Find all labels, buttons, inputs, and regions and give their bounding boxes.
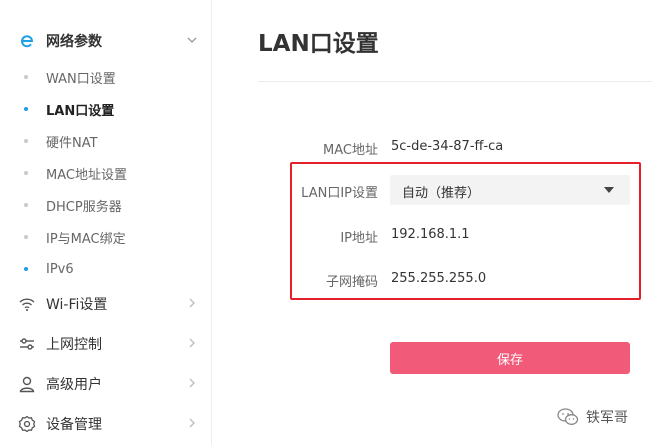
sidebar-item-dhcp[interactable]: DHCP服务器 xyxy=(0,189,212,221)
subnet-mask-value: 255.255.255.0 xyxy=(391,271,487,286)
mac-address-row: MAC地址 5c-de-34-87-ff-ca xyxy=(258,132,652,162)
network-e-icon xyxy=(21,35,34,48)
chevron-right-icon xyxy=(189,338,195,348)
sidebar-section-wifi[interactable]: Wi-Fi设置 xyxy=(0,284,212,324)
sidebar-section-advanced-user[interactable]: 高级用户 xyxy=(0,364,212,404)
sidebar: 网络参数 WAN口设置 LAN口设置 硬件NAT MAC地址设置 DHCP服务器… xyxy=(0,0,212,445)
page-title: LAN口设置 xyxy=(258,31,379,57)
wifi-icon xyxy=(19,298,35,311)
sidebar-item-hardware-nat[interactable]: 硬件NAT xyxy=(0,125,212,157)
sliders-icon xyxy=(20,338,34,350)
gear-icon xyxy=(18,415,36,433)
ip-address-value: 192.168.1.1 xyxy=(391,227,470,242)
divider xyxy=(258,81,652,82)
sidebar-item-wan[interactable]: WAN口设置 xyxy=(0,61,212,93)
mac-address-label: MAC地址 xyxy=(323,143,378,158)
sidebar-item-label: 硬件NAT xyxy=(46,135,98,151)
sidebar-item-ipv6[interactable]: IPv6 xyxy=(0,253,212,285)
caret-down-icon xyxy=(604,187,614,193)
chevron-down-icon xyxy=(187,37,197,43)
bullet-dot xyxy=(24,171,28,175)
sidebar-item-label: IP与MAC绑定 xyxy=(46,231,126,247)
sidebar-item-ip-mac-binding[interactable]: IP与MAC绑定 xyxy=(0,221,212,253)
sidebar-item-mac-address[interactable]: MAC地址设置 xyxy=(0,157,212,189)
sidebar-section-label: 上网控制 xyxy=(46,337,102,353)
select-value: 自动（推荐） xyxy=(402,186,481,201)
chevron-right-icon xyxy=(189,418,195,428)
subnet-mask-label: 子网掩码 xyxy=(325,275,378,290)
sidebar-section-label: 高级用户 xyxy=(46,377,102,393)
bullet-dot xyxy=(24,139,28,143)
sidebar-section-label: 设备管理 xyxy=(46,417,102,433)
sidebar-item-label: MAC地址设置 xyxy=(46,167,127,183)
watermark: 铁军哥 xyxy=(556,406,628,428)
chevron-right-icon xyxy=(189,378,195,388)
sidebar-item-label: DHCP服务器 xyxy=(46,199,122,215)
sidebar-section-network[interactable]: 网络参数 xyxy=(0,21,212,61)
sidebar-section-access-control[interactable]: 上网控制 xyxy=(0,324,212,364)
bullet-dot xyxy=(24,107,28,111)
subnet-mask-row: 子网掩码 255.255.255.0 xyxy=(258,264,652,294)
sidebar-item-label: LAN口设置 xyxy=(46,103,115,119)
sidebar-section-label: Wi-Fi设置 xyxy=(46,297,108,313)
user-icon xyxy=(19,376,35,393)
sidebar-item-label: WAN口设置 xyxy=(46,71,116,87)
sidebar-item-lan[interactable]: LAN口设置 xyxy=(0,93,212,125)
watermark-text: 铁军哥 xyxy=(586,410,628,426)
sidebar-section-label: 网络参数 xyxy=(46,34,102,50)
bullet-dot xyxy=(24,203,28,207)
bullet-dot xyxy=(24,75,28,79)
bullet-dot xyxy=(24,267,28,271)
sidebar-section-device-management[interactable]: 设备管理 xyxy=(0,404,212,444)
save-button[interactable]: 保存 xyxy=(390,342,630,374)
lan-ip-mode-select[interactable]: 自动（推荐） xyxy=(390,175,630,205)
lan-ip-mode-label: LAN口IP设置 xyxy=(301,186,378,201)
mac-address-value: 5c-de-34-87-ff-ca xyxy=(391,139,504,154)
chevron-right-icon xyxy=(189,298,195,308)
ip-address-label: IP地址 xyxy=(340,231,378,246)
wechat-icon xyxy=(557,408,579,425)
ip-address-row: IP地址 192.168.1.1 xyxy=(258,220,652,250)
bullet-dot xyxy=(24,235,28,239)
sidebar-item-label: IPv6 xyxy=(46,261,74,277)
